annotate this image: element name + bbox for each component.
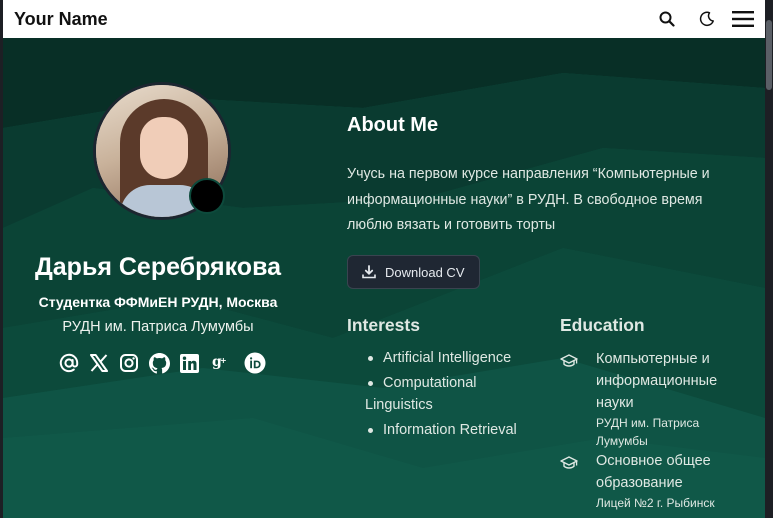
download-cv-button[interactable]: Download CV (347, 255, 480, 289)
list-item: Artificial Intelligence (365, 347, 555, 369)
education-school: РУДН им. Патриса Лумумбы (596, 416, 700, 448)
list-item: Computational Linguistics (365, 372, 555, 416)
education-school: Лицей №2 г. Рыбинск (596, 496, 715, 510)
instagram-icon[interactable] (118, 352, 140, 374)
scrollbar-thumb[interactable] (766, 20, 772, 90)
search-icon[interactable] (657, 9, 677, 29)
interest-label: Information Retrieval (383, 422, 517, 438)
orcid-icon[interactable] (244, 352, 266, 374)
about-title: About Me (347, 114, 439, 136)
profile-name: Дарья Серебрякова (34, 253, 282, 281)
profile-organization: РУДН им. Патриса Лумумбы (62, 319, 254, 335)
education-title: Education (560, 315, 645, 335)
graduation-cap-icon (560, 456, 578, 469)
list-item: Information Retrieval (365, 419, 555, 441)
about-section: About Me Учусь на первом курсе направлен… (347, 38, 757, 518)
social-links: g + (58, 352, 274, 374)
interest-label: Artificial Intelligence (383, 350, 512, 366)
svg-text:+: + (220, 356, 227, 365)
interests-list: Artificial Intelligence Computational Lin… (365, 347, 555, 444)
brand-title[interactable]: Your Name (14, 9, 108, 30)
interest-label: Computational (383, 375, 477, 391)
interest-label-continuation: Linguistics (365, 397, 433, 413)
moon-icon[interactable] (697, 9, 717, 29)
google-scholar-icon[interactable]: g + (208, 352, 230, 374)
bullet (368, 428, 373, 433)
interests-title: Interests (347, 315, 420, 335)
x-twitter-icon[interactable] (88, 352, 110, 374)
navbar: Your Name (3, 0, 765, 38)
hamburger-menu-icon[interactable] (731, 9, 755, 29)
avatar-photo-face (140, 117, 188, 179)
download-cv-label: Download CV (385, 264, 465, 280)
github-icon[interactable] (148, 352, 170, 374)
scrollbar-track[interactable] (765, 0, 773, 518)
profile-card: Дарья Серебрякова Студентка ФФМиЕН РУДН,… (3, 38, 313, 518)
bullet (368, 381, 373, 386)
bullet (368, 356, 373, 361)
linkedin-icon[interactable] (178, 352, 200, 374)
education-degree: Компьютерные и информационные науки (596, 351, 718, 411)
at-sign-icon[interactable] (58, 352, 80, 374)
download-icon (362, 265, 376, 279)
avatar-container (93, 82, 231, 220)
about-text: Учусь на первом курсе направления “Компь… (347, 166, 710, 233)
profile-role: Студентка ФФМиЕН РУДН, Москва (38, 294, 278, 310)
graduation-cap-icon (560, 354, 578, 367)
education-degree: Основное общее образование (596, 453, 711, 491)
status-dot (189, 178, 225, 214)
